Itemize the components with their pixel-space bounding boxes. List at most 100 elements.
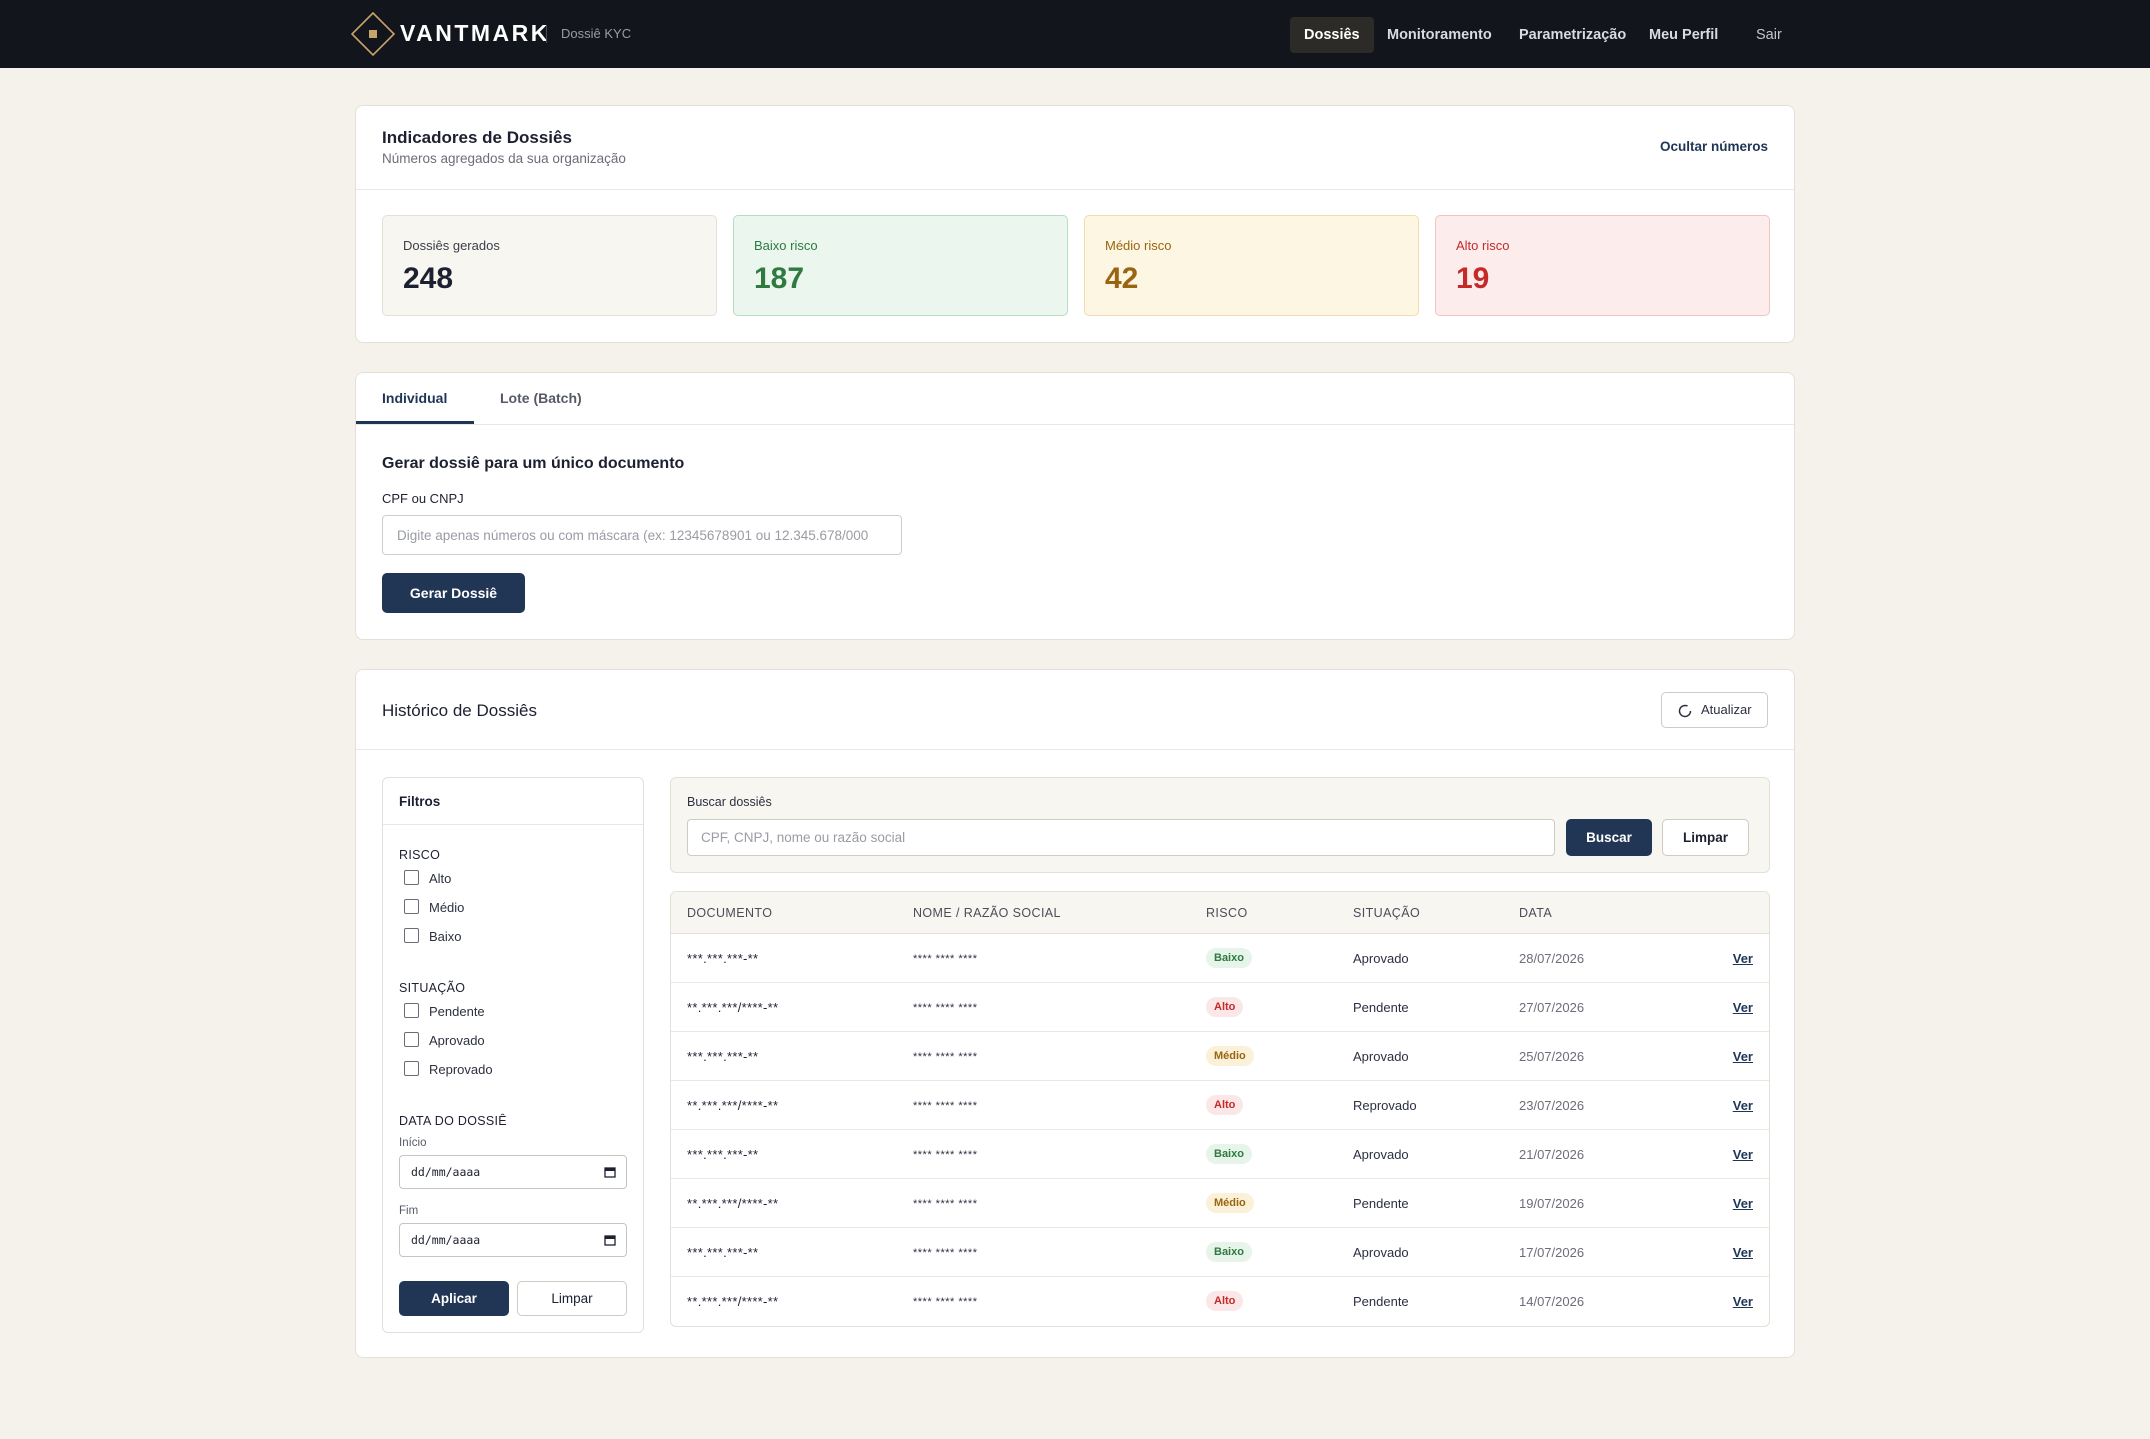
risk-badge: Alto <box>1206 1291 1244 1311</box>
risk-badge: Médio <box>1206 1193 1254 1213</box>
brand-name[interactable]: VANTMARK <box>400 20 550 47</box>
tab-individual[interactable]: Individual <box>356 373 474 424</box>
clear-search-button[interactable]: Limpar <box>1662 819 1749 856</box>
column-header[interactable]: DOCUMENTO <box>687 906 772 920</box>
stat-label: Alto risco <box>1456 238 1510 253</box>
view-link[interactable]: Ver <box>1733 1098 1753 1113</box>
status-filter-title: SITUAÇÃO <box>399 981 466 995</box>
date-cell: 19/07/2026 <box>1519 1196 1585 1211</box>
view-link[interactable]: Ver <box>1733 1294 1753 1309</box>
logout-link[interactable]: Sair <box>1742 17 1796 53</box>
search-input[interactable] <box>687 819 1555 856</box>
start-date-input[interactable]: dd/mm/aaaa <box>399 1155 627 1189</box>
generate-dossier-card: Individual Lote (Batch) Gerar dossiê par… <box>355 372 1795 640</box>
date-cell: 25/07/2026 <box>1519 1049 1585 1064</box>
divider <box>356 749 1794 750</box>
stat-card-total: Dossiês gerados 248 <box>382 215 717 316</box>
table-row: **.***.***/****-** **** **** **** Médio … <box>671 1179 1769 1228</box>
risk-badge: Alto <box>1206 997 1244 1017</box>
risk-badge: Médio <box>1206 1046 1254 1066</box>
nav-item-meu-perfil[interactable]: Meu Perfil <box>1635 17 1732 53</box>
column-header[interactable]: RISCO <box>1206 906 1248 920</box>
table-row: ***.***.***-** **** **** **** Baixo Apro… <box>671 1130 1769 1179</box>
search-button[interactable]: Buscar <box>1566 819 1652 856</box>
calendar-icon <box>604 1235 616 1246</box>
view-link[interactable]: Ver <box>1733 951 1753 966</box>
date-cell: 21/07/2026 <box>1519 1147 1585 1162</box>
table-row: ***.***.***-** **** **** **** Baixo Apro… <box>671 1228 1769 1277</box>
refresh-label: Atualizar <box>1701 702 1752 717</box>
checkbox-label: Baixo <box>429 929 462 944</box>
apply-filters-button[interactable]: Aplicar <box>399 1281 509 1316</box>
diamond-logo-icon <box>351 12 395 56</box>
generate-dossier-button[interactable]: Gerar Dossiê <box>382 573 525 613</box>
refresh-icon <box>1678 704 1692 718</box>
start-date-label: Início <box>399 1137 427 1149</box>
name-cell: **** **** **** <box>913 1149 978 1161</box>
nav-item-dossies[interactable]: Dossiês <box>1290 17 1374 53</box>
checkbox-label: Pendente <box>429 1004 485 1019</box>
name-cell: **** **** **** <box>913 953 978 965</box>
document-cell: ***.***.***-** <box>687 951 759 966</box>
view-link[interactable]: Ver <box>1733 1000 1753 1015</box>
table-row: ***.***.***-** **** **** **** Baixo Apro… <box>671 934 1769 983</box>
date-placeholder: dd/mm/aaaa <box>411 1233 481 1247</box>
document-input[interactable] <box>382 515 902 555</box>
date-cell: 23/07/2026 <box>1519 1098 1585 1113</box>
date-cell: 17/07/2026 <box>1519 1245 1585 1260</box>
table-row: **.***.***/****-** **** **** **** Alto P… <box>671 1277 1769 1326</box>
date-filter-title: DATA DO DOSSIÊ <box>399 1114 507 1128</box>
date-cell: 28/07/2026 <box>1519 951 1585 966</box>
filters-title: Filtros <box>399 794 441 809</box>
stat-card-high-risk: Alto risco 19 <box>1435 215 1770 316</box>
hide-numbers-link[interactable]: Ocultar números <box>1660 139 1768 154</box>
history-title: Histórico de Dossiês <box>382 701 537 720</box>
status-aprovado-checkbox[interactable] <box>404 1032 419 1047</box>
risk-medio-checkbox[interactable] <box>404 899 419 914</box>
status-cell: Aprovado <box>1353 951 1409 966</box>
indicators-subtitle: Números agregados da sua organização <box>382 151 626 166</box>
view-link[interactable]: Ver <box>1733 1049 1753 1064</box>
risk-alto-checkbox[interactable] <box>404 870 419 885</box>
status-cell: Reprovado <box>1353 1098 1417 1113</box>
name-cell: **** **** **** <box>913 1198 978 1210</box>
nav-item-parametrizacao[interactable]: Parametrização <box>1505 17 1640 53</box>
document-field-label: CPF ou CNPJ <box>382 491 464 506</box>
refresh-button[interactable]: Atualizar <box>1661 692 1768 728</box>
calendar-icon <box>604 1167 616 1178</box>
view-link[interactable]: Ver <box>1733 1245 1753 1260</box>
end-date-label: Fim <box>399 1205 419 1217</box>
status-cell: Pendente <box>1353 1294 1409 1309</box>
status-reprovado-checkbox[interactable] <box>404 1061 419 1076</box>
brand-divider <box>546 25 547 43</box>
nav-item-monitoramento[interactable]: Monitoramento <box>1373 17 1506 53</box>
status-pendente-checkbox[interactable] <box>404 1003 419 1018</box>
checkbox-label: Reprovado <box>429 1062 493 1077</box>
document-cell: ***.***.***-** <box>687 1245 759 1260</box>
stat-value: 19 <box>1456 262 1490 295</box>
status-cell: Pendente <box>1353 1196 1409 1211</box>
column-header[interactable]: DATA <box>1519 906 1552 920</box>
end-date-input[interactable]: dd/mm/aaaa <box>399 1223 627 1257</box>
status-cell: Pendente <box>1353 1000 1409 1015</box>
document-cell: ***.***.***-** <box>687 1147 759 1162</box>
filters-panel: Filtros RISCO Alto Médio Baixo SITUAÇÃO … <box>382 777 644 1333</box>
indicators-title: Indicadores de Dossiês <box>382 128 572 147</box>
status-cell: Aprovado <box>1353 1147 1409 1162</box>
tab-batch[interactable]: Lote (Batch) <box>500 373 582 424</box>
date-cell: 27/07/2026 <box>1519 1000 1585 1015</box>
form-title: Gerar dossiê para um único documento <box>382 455 685 472</box>
risk-baixo-checkbox[interactable] <box>404 928 419 943</box>
divider <box>356 189 1794 190</box>
clear-filters-button[interactable]: Limpar <box>517 1281 627 1316</box>
risk-badge: Baixo <box>1206 1144 1252 1164</box>
stat-card-medium-risk: Médio risco 42 <box>1084 215 1419 316</box>
status-cell: Aprovado <box>1353 1049 1409 1064</box>
view-link[interactable]: Ver <box>1733 1196 1753 1211</box>
view-link[interactable]: Ver <box>1733 1147 1753 1162</box>
column-header[interactable]: NOME / RAZÃO SOCIAL <box>913 906 1061 920</box>
divider <box>383 824 643 825</box>
name-cell: **** **** **** <box>913 1247 978 1259</box>
column-header[interactable]: SITUAÇÃO <box>1353 906 1420 920</box>
brand-subtitle: Dossiê KYC <box>561 26 632 41</box>
